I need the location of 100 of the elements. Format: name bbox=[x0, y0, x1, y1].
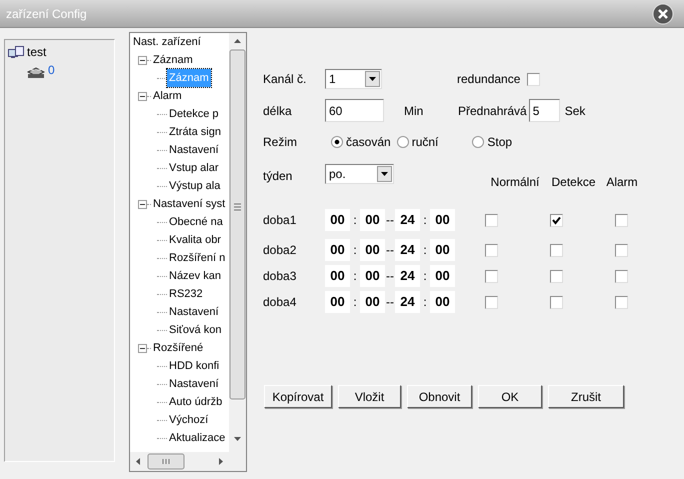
channel-dropdown[interactable]: 1 bbox=[325, 69, 382, 89]
time-field[interactable]: 00 bbox=[360, 265, 385, 287]
tree-item[interactable]: Ztráta sign bbox=[167, 123, 223, 141]
period-label: doba3 bbox=[263, 268, 298, 285]
tree-group[interactable]: Nastavení syst bbox=[151, 195, 228, 213]
time-separator: : bbox=[422, 268, 428, 285]
tree-item[interactable]: Nastavení bbox=[167, 375, 221, 393]
time-separator: -- bbox=[385, 268, 395, 285]
time-field[interactable]: 00 bbox=[360, 209, 385, 231]
field-label: redundance bbox=[457, 71, 520, 88]
radio-label: časován bbox=[346, 134, 391, 151]
tree-item[interactable]: Aktualizace bbox=[167, 429, 228, 447]
schedule-checkbox[interactable] bbox=[615, 296, 628, 308]
tree-group[interactable]: Alarm bbox=[151, 87, 184, 105]
radio-button[interactable] bbox=[331, 136, 343, 148]
schedule-checkbox[interactable] bbox=[485, 296, 498, 308]
time-field[interactable]: 00 bbox=[430, 265, 455, 287]
column-header: Detekce bbox=[550, 174, 597, 191]
dialog-button[interactable]: OK bbox=[478, 385, 542, 408]
computer-icon bbox=[8, 46, 24, 58]
radio-button[interactable] bbox=[396, 136, 409, 148]
tree-item[interactable]: HDD konfi bbox=[167, 357, 222, 375]
collapse-icon[interactable] bbox=[138, 56, 147, 64]
column-header: Normální bbox=[490, 174, 540, 191]
column-header: Alarm bbox=[605, 174, 639, 191]
time-field[interactable]: 00 bbox=[430, 209, 455, 231]
prerecord-field[interactable]: 5 bbox=[528, 99, 560, 122]
schedule-checkbox[interactable] bbox=[485, 214, 498, 226]
tree-root[interactable]: Nast. zařízení bbox=[133, 36, 201, 48]
time-separator: : bbox=[352, 268, 358, 285]
period-label: doba1 bbox=[263, 212, 298, 229]
radio-label: ruční bbox=[412, 134, 438, 151]
tree-item[interactable]: Vstup alar bbox=[167, 159, 221, 177]
time-field[interactable]: 00 bbox=[325, 265, 350, 287]
schedule-checkbox[interactable] bbox=[485, 270, 498, 282]
tree-item[interactable]: Nastavení bbox=[167, 141, 221, 159]
schedule-checkbox[interactable] bbox=[615, 244, 628, 256]
schedule-checkbox[interactable] bbox=[615, 270, 628, 282]
time-field[interactable]: 00 bbox=[430, 291, 455, 313]
time-field[interactable]: 00 bbox=[325, 239, 350, 261]
time-field[interactable]: 24 bbox=[395, 265, 420, 287]
window-title: zařízení Config bbox=[6, 6, 87, 22]
time-field[interactable]: 00 bbox=[325, 291, 350, 313]
dialog-button[interactable]: Obnovit bbox=[407, 385, 472, 408]
time-field[interactable]: 24 bbox=[395, 239, 420, 261]
schedule-checkbox[interactable] bbox=[550, 296, 563, 308]
schedule-checkbox[interactable] bbox=[550, 244, 563, 256]
tree-item[interactable]: Detekce p bbox=[167, 105, 221, 123]
tree-item[interactable]: Název kan bbox=[167, 267, 223, 285]
tree-item[interactable]: Siťová kon bbox=[167, 321, 224, 339]
tree-item[interactable]: Výchozí bbox=[167, 411, 210, 429]
radio-label: Stop bbox=[487, 134, 512, 151]
radio-button[interactable] bbox=[472, 136, 484, 148]
tree-group[interactable]: Rozšířené bbox=[151, 339, 206, 357]
redundancy-checkbox[interactable] bbox=[527, 72, 540, 86]
time-separator: : bbox=[422, 294, 428, 311]
field-label: Režim bbox=[263, 134, 298, 151]
tree-item[interactable]: Obecné na bbox=[167, 213, 225, 231]
time-separator: : bbox=[422, 212, 428, 229]
tree-item[interactable]: Kvalita obr bbox=[167, 231, 223, 249]
time-field[interactable]: 00 bbox=[360, 291, 385, 313]
time-field[interactable]: 24 bbox=[395, 209, 420, 231]
tree-item[interactable]: Rozšíření n bbox=[167, 249, 228, 267]
period-label: doba4 bbox=[263, 294, 298, 311]
dialog-button[interactable]: Zrušit bbox=[548, 385, 624, 408]
time-field[interactable]: 00 bbox=[360, 239, 385, 261]
tree-group[interactable]: Záznam bbox=[151, 51, 195, 69]
collapse-icon[interactable] bbox=[138, 92, 147, 100]
time-separator: : bbox=[352, 242, 358, 259]
schedule-checkbox[interactable] bbox=[550, 270, 563, 282]
unit-label: Min bbox=[404, 102, 424, 120]
time-field[interactable]: 24 bbox=[395, 291, 420, 313]
period-label: doba2 bbox=[263, 242, 298, 259]
time-field[interactable]: 00 bbox=[430, 239, 455, 261]
schedule-checkbox[interactable] bbox=[615, 214, 628, 226]
tree-item[interactable]: RS232 bbox=[167, 285, 205, 303]
time-separator: -- bbox=[385, 242, 395, 259]
length-field[interactable]: 60 bbox=[325, 99, 384, 122]
schedule-checkbox[interactable] bbox=[485, 244, 498, 256]
device-tree-item[interactable]: test bbox=[27, 43, 46, 61]
time-separator: : bbox=[352, 294, 358, 311]
tree-item[interactable]: Výstup ala bbox=[167, 177, 222, 195]
time-separator: : bbox=[352, 212, 358, 229]
time-separator: -- bbox=[385, 212, 395, 229]
close-icon[interactable] bbox=[652, 2, 674, 24]
time-field[interactable]: 00 bbox=[325, 209, 350, 231]
schedule-checkbox[interactable] bbox=[550, 214, 563, 226]
dialog-button[interactable]: Kopírovat bbox=[264, 385, 332, 408]
field-label: Kanál č. bbox=[263, 71, 308, 88]
collapse-icon[interactable] bbox=[138, 344, 147, 352]
week-dropdown[interactable]: po. bbox=[325, 164, 394, 184]
time-separator: : bbox=[422, 242, 428, 259]
tree-item[interactable]: Nastavení bbox=[167, 303, 221, 321]
collapse-icon[interactable] bbox=[138, 200, 147, 208]
field-label: Přednahrává bbox=[458, 102, 527, 120]
time-separator: -- bbox=[385, 294, 395, 311]
device-tree-item[interactable]: 0 bbox=[48, 61, 55, 79]
tree-item[interactable]: Auto údržb bbox=[167, 393, 224, 411]
unit-label: Sek bbox=[564, 102, 586, 120]
dialog-button[interactable]: Vložit bbox=[338, 385, 401, 408]
